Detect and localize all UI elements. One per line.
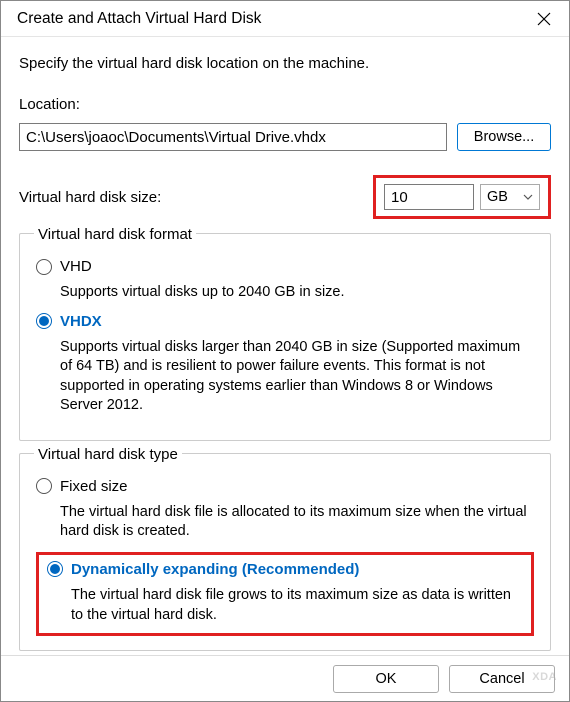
format-fieldset: Virtual hard disk format VHD Supports vi… [19, 233, 551, 441]
size-input[interactable] [384, 184, 474, 210]
size-label: Virtual hard disk size: [19, 189, 161, 206]
size-row: Virtual hard disk size: GB [19, 175, 551, 219]
type-fieldset: Virtual hard disk type Fixed size The vi… [19, 453, 551, 651]
type-legend: Virtual hard disk type [34, 446, 182, 463]
location-label: Location: [19, 96, 551, 113]
dynamic-desc: The virtual hard disk file grows to its … [71, 586, 523, 625]
radio-vhd[interactable]: VHD [36, 258, 534, 275]
radio-fixed[interactable]: Fixed size [36, 478, 534, 495]
cancel-button[interactable]: Cancel [449, 665, 555, 693]
dialog-content: Specify the virtual hard disk location o… [1, 37, 569, 651]
radio-vhd-label: VHD [60, 258, 92, 275]
browse-button[interactable]: Browse... [457, 123, 551, 151]
location-input[interactable] [19, 123, 447, 151]
titlebar: Create and Attach Virtual Hard Disk [1, 1, 569, 37]
format-legend: Virtual hard disk format [34, 226, 196, 243]
vhd-desc: Supports virtual disks up to 2040 GB in … [60, 283, 534, 303]
radio-dynamic[interactable]: Dynamically expanding (Recommended) [47, 561, 523, 578]
radio-icon [47, 561, 63, 577]
size-unit-select[interactable]: GB [480, 184, 540, 210]
size-unit-value: GB [487, 189, 508, 205]
vhdx-desc: Supports virtual disks larger than 2040 … [60, 338, 534, 416]
radio-vhdx-label: VHDX [60, 313, 102, 330]
window-title: Create and Attach Virtual Hard Disk [17, 10, 261, 28]
radio-vhdx[interactable]: VHDX [36, 313, 534, 330]
instruction-text: Specify the virtual hard disk location o… [19, 55, 551, 72]
dialog-footer: OK Cancel [1, 655, 569, 701]
chevron-down-icon [523, 192, 533, 202]
radio-icon [36, 478, 52, 494]
location-row: Browse... [19, 123, 551, 151]
radio-dynamic-label: Dynamically expanding (Recommended) [71, 561, 359, 578]
size-highlight: GB [373, 175, 551, 219]
dynamic-highlight: Dynamically expanding (Recommended) The … [36, 552, 534, 636]
ok-button[interactable]: OK [333, 665, 439, 693]
radio-icon [36, 313, 52, 329]
close-icon[interactable] [533, 8, 555, 30]
radio-fixed-label: Fixed size [60, 478, 128, 495]
fixed-desc: The virtual hard disk file is allocated … [60, 503, 534, 542]
radio-icon [36, 259, 52, 275]
